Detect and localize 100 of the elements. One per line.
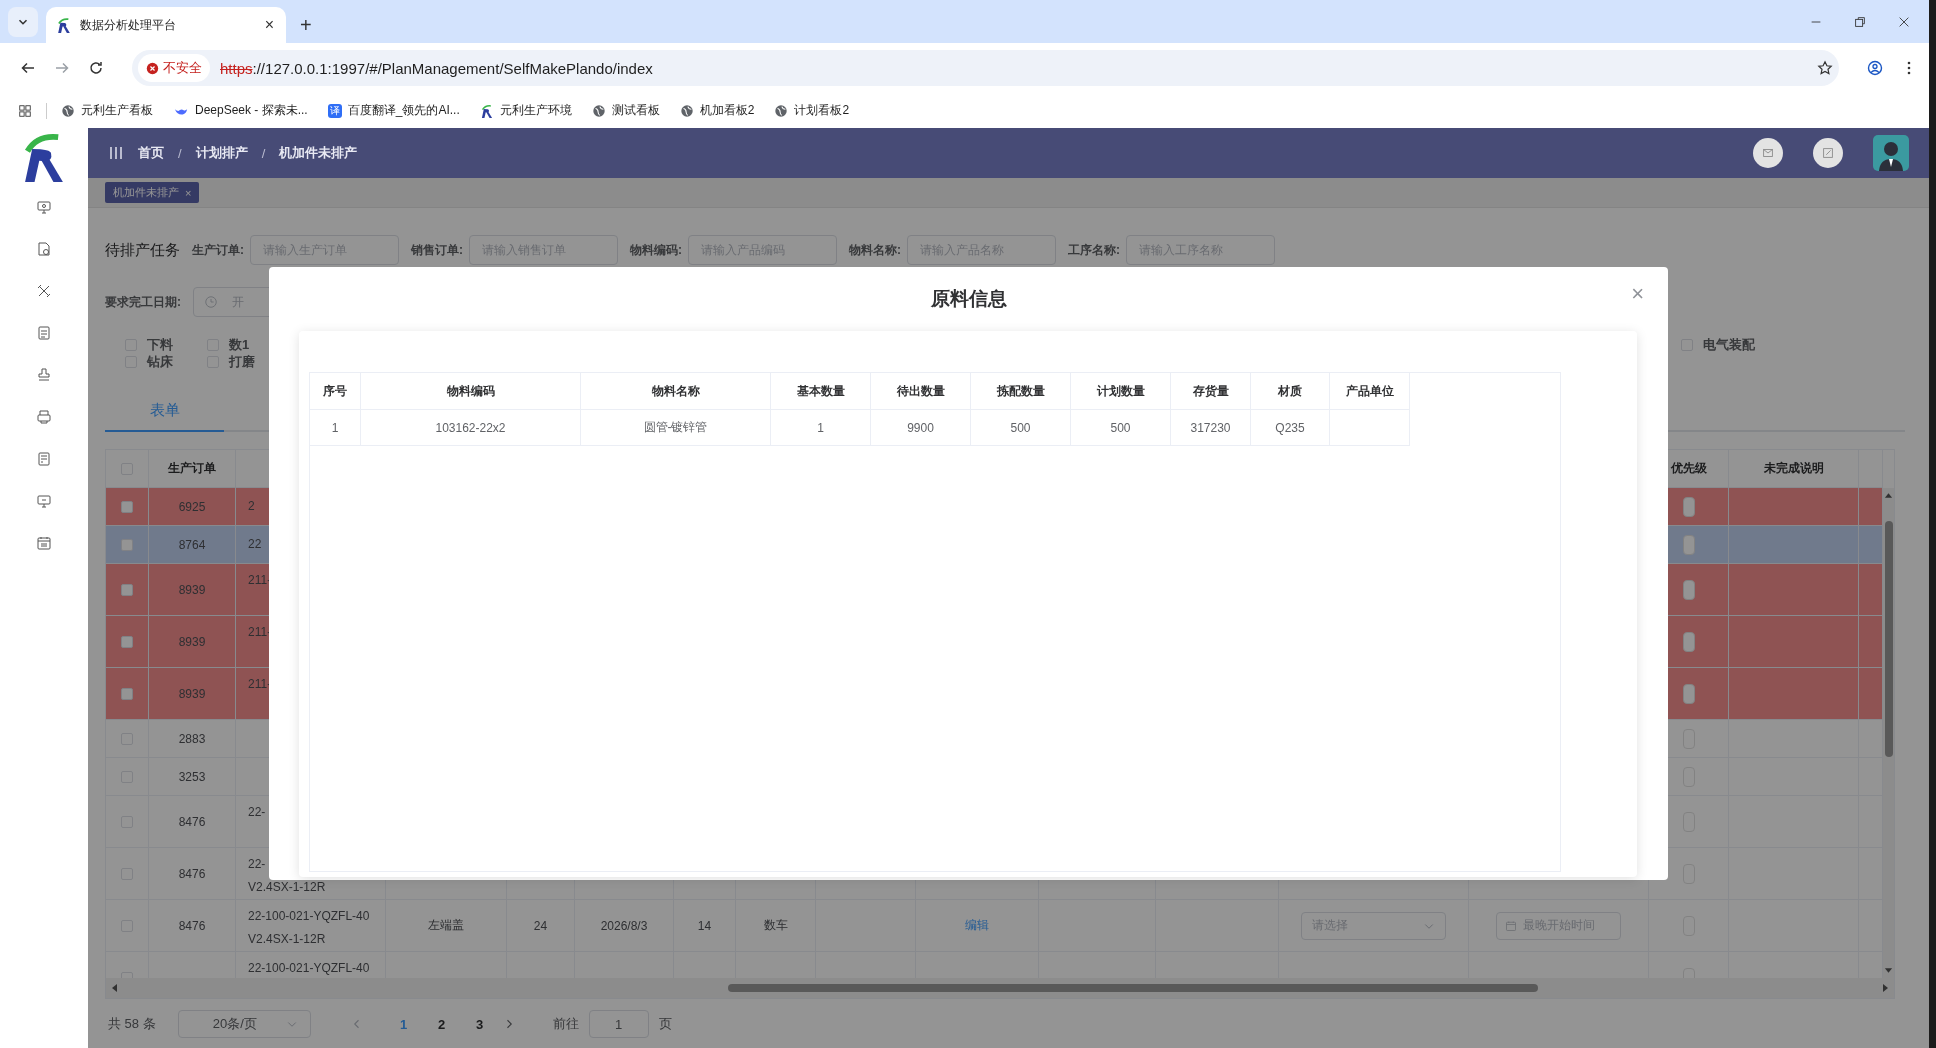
checkbox-label: 打磨 <box>229 352 255 371</box>
checkbox[interactable] <box>121 538 133 551</box>
priority-field[interactable] <box>1682 534 1695 555</box>
table-cell: 103162-22x2 <box>361 410 581 446</box>
checkbox-label: 数1 <box>229 335 250 354</box>
bookmark[interactable]: 元利生产环境 <box>479 102 572 119</box>
checkbox-label: 钻床 <box>147 352 173 371</box>
page-input[interactable]: 1 <box>588 1010 649 1038</box>
site-logo-icon <box>56 17 72 33</box>
table-cell: 圆管-镀锌管 <box>581 410 771 446</box>
breadcrumb-separator: / <box>261 145 266 161</box>
column-header: 计划数量 <box>1071 373 1171 410</box>
bookmark[interactable]: 测试看板 <box>591 102 660 119</box>
checkbox[interactable] <box>121 635 133 648</box>
clock-icon <box>204 295 218 309</box>
browser-tab[interactable]: 数据分析处理平台 × <box>46 7 286 43</box>
table-cell: Q235 <box>1251 410 1330 446</box>
mail-button[interactable] <box>1753 138 1783 168</box>
column-header: 优先级 <box>1670 460 1707 477</box>
table-cell: 22 <box>248 536 262 553</box>
forward-icon[interactable] <box>54 60 70 76</box>
column-header: 基本数量 <box>771 373 871 410</box>
site-logo-icon <box>479 103 494 118</box>
security-chip[interactable]: 不安全 <box>138 54 210 82</box>
bookmark[interactable]: 元利生产看板 <box>61 102 153 119</box>
avatar-icon[interactable] <box>1873 135 1909 171</box>
edit-button[interactable] <box>1813 138 1843 168</box>
column-header: 物料编码 <box>361 373 581 410</box>
table-cell: 2883 <box>178 731 206 746</box>
page-size-select[interactable]: 20条/页 <box>177 1010 311 1038</box>
column-header: 材质 <box>1251 373 1330 410</box>
checkbox[interactable] <box>121 583 133 596</box>
close-button[interactable]: × <box>1631 283 1644 305</box>
bookmark[interactable]: 译 百度翻译_领先的AI... <box>327 102 460 119</box>
list-icon <box>36 325 52 341</box>
table-cell: 317230 <box>1171 410 1251 446</box>
calendar-icon <box>36 535 52 551</box>
table-cell: 22- <box>248 856 266 873</box>
table-cell: 8939 <box>178 634 206 649</box>
table-cell: V2.4SX-1-12R <box>248 931 326 948</box>
horizontal-scrollbar-thumb[interactable] <box>728 984 1538 992</box>
breadcrumb-item[interactable]: 计划排产 <box>195 144 248 162</box>
scroll-left-icon[interactable] <box>110 983 118 993</box>
back-icon[interactable] <box>20 60 36 76</box>
checkbox[interactable] <box>121 687 133 700</box>
field-label: 物料名称: <box>849 241 901 259</box>
document-icon <box>36 241 52 257</box>
checkbox-label: 下料 <box>147 335 173 354</box>
tools-icon <box>36 283 52 299</box>
tab-title: 数据分析处理平台 <box>80 16 177 34</box>
table-cell: 2026/8/3 <box>600 918 648 933</box>
field-label: 生产订单: <box>192 241 244 259</box>
tab-list-button[interactable] <box>8 7 38 37</box>
edit-icon <box>1821 146 1835 160</box>
scroll-down-icon[interactable] <box>1884 967 1893 975</box>
star-icon[interactable] <box>1817 60 1833 76</box>
reload-icon[interactable] <box>88 60 104 76</box>
table-cell: 8476 <box>178 814 206 829</box>
column-header: 未完成说明 <box>1763 460 1824 477</box>
bookmark[interactable]: 计划看板2 <box>774 102 850 119</box>
checkbox-label: 电气装配 <box>1703 336 1755 354</box>
mail-icon <box>1761 146 1775 160</box>
new-tab-button[interactable]: + <box>296 14 316 37</box>
profile-icon[interactable] <box>1867 60 1883 76</box>
bookmark[interactable]: DeepSeek - 探索未... <box>173 102 308 119</box>
tag-close[interactable]: × <box>185 186 192 199</box>
table-cell: 6925 <box>178 499 206 514</box>
table-cell: 500 <box>1071 410 1171 446</box>
breadcrumb-item[interactable]: 首页 <box>138 144 164 162</box>
scroll-right-icon[interactable] <box>1882 983 1890 993</box>
table-cell: 500 <box>971 410 1071 446</box>
warning-icon <box>146 61 159 75</box>
table-cell: 22-100-021-YQZFL-40 <box>248 960 370 977</box>
table-cell: V2.4SX-1-12R <box>248 879 326 896</box>
table-cell: 22- <box>248 804 266 821</box>
address-bar[interactable]: 不安全 https://127.0.0.1:1997/#/PlanManagement/SelfMakePlando/index <box>132 50 1839 86</box>
breadcrumb-separator: / <box>178 145 182 161</box>
page-number[interactable]: 2 <box>422 1016 461 1032</box>
bookmark[interactable]: 机加看板2 <box>679 102 755 119</box>
priority-field[interactable] <box>1682 683 1695 704</box>
field-label: 要求完工日期: <box>105 293 181 311</box>
page-number[interactable]: 3 <box>460 1016 499 1032</box>
priority-field[interactable] <box>1682 631 1695 652</box>
restore-icon[interactable] <box>1853 14 1867 29</box>
scroll-up-icon[interactable] <box>1884 491 1893 499</box>
priority-field[interactable] <box>1682 579 1695 600</box>
goto-label: 前往 <box>552 1015 579 1033</box>
globe-icon <box>591 103 606 118</box>
table-cell: 2 <box>248 498 255 515</box>
checkbox[interactable] <box>121 500 133 513</box>
apps-icon[interactable] <box>18 103 32 118</box>
table-cell: 1 <box>771 410 871 446</box>
globe-icon <box>61 103 75 118</box>
page-tag[interactable]: 机加件未排产 × <box>105 182 200 203</box>
column-header: 待出数量 <box>871 373 971 410</box>
table-cell: 14 <box>697 918 712 933</box>
globe-icon <box>679 103 694 118</box>
priority-field[interactable] <box>1682 496 1695 517</box>
close-tab-button[interactable]: × <box>262 16 276 34</box>
breadcrumb-item[interactable]: 机加件未排产 <box>279 144 358 162</box>
